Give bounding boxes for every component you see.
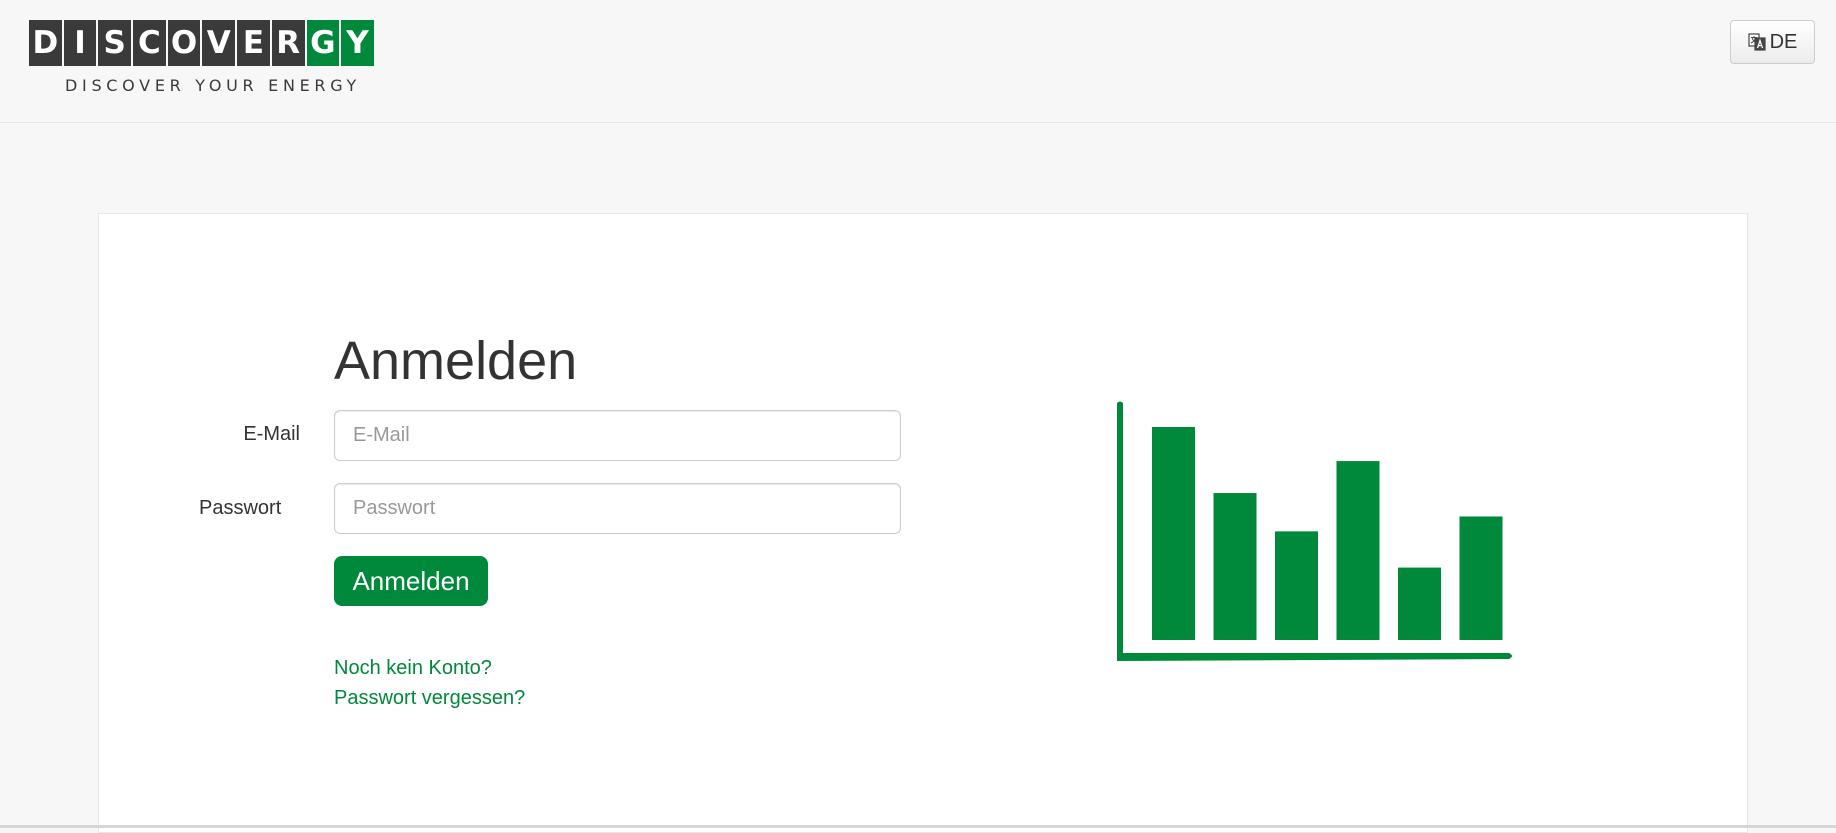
illustration-bar [1152, 427, 1195, 640]
logo-letter: V [202, 20, 236, 66]
discovergy-logo[interactable]: D I S C O V E R G Y DISCOVER YOUR ENERGY [29, 20, 374, 95]
illustration-bar [1398, 567, 1441, 640]
logo-letter: E [237, 20, 270, 66]
chart-axis-y [1117, 401, 1123, 660]
page-title: Anmelden [334, 331, 578, 391]
illustration-bar [1459, 516, 1503, 640]
register-link[interactable]: Noch kein Konto? [334, 657, 492, 680]
logo-letter: R [271, 20, 305, 66]
chart-axis-x [1117, 653, 1512, 661]
logo-letter: Y [341, 20, 374, 66]
logo-letter: G [306, 20, 340, 66]
translate-icon [1747, 33, 1766, 51]
language-switch-button[interactable]: DE [1730, 20, 1815, 64]
logo-letter: I [63, 20, 97, 66]
language-label: DE [1769, 30, 1798, 53]
login-card: Anmelden E-Mail Passwort Anmelden Noch k… [98, 213, 1748, 833]
logo-letter: O [167, 20, 201, 66]
logo-letters: D I S C O V E R G Y [29, 20, 374, 66]
password-field[interactable] [334, 483, 901, 534]
email-label: E-Mail [243, 423, 300, 445]
login-button[interactable]: Anmelden [334, 556, 488, 606]
logo-letter: D [29, 20, 62, 66]
logo-letter: C [133, 20, 166, 66]
logo-letter: S [98, 20, 132, 66]
illustration-bar [1336, 461, 1380, 640]
forgot-password-link[interactable]: Passwort vergessen? [334, 687, 525, 710]
bar-chart-icon [1117, 401, 1512, 661]
illustration-bar [1213, 493, 1257, 640]
illustration-bar [1275, 531, 1318, 640]
email-field[interactable] [334, 410, 901, 461]
top-navbar: D I S C O V E R G Y DISCOVER YOUR ENERGY… [0, 0, 1836, 123]
logo-tagline: DISCOVER YOUR ENERGY [65, 76, 362, 95]
